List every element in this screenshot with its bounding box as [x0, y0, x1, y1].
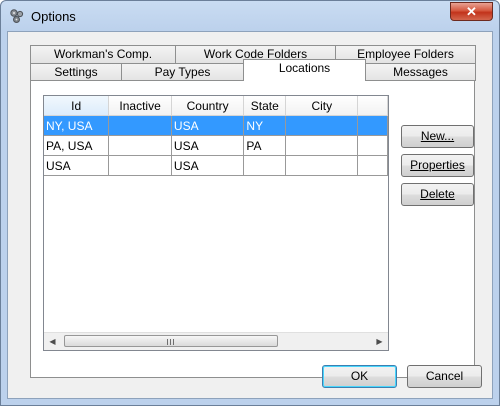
cell-city	[285, 155, 359, 176]
delete-button-label: Delete	[420, 187, 455, 201]
scroll-left-arrow-icon[interactable]: ◀	[44, 333, 61, 350]
locations-grid[interactable]: Id Inactive Country State City NY, USA U…	[43, 95, 389, 351]
cell-id: PA, USA	[44, 135, 110, 156]
column-header-city[interactable]: City	[285, 96, 359, 116]
new-button[interactable]: New...	[401, 125, 474, 148]
properties-button-label: Properties	[410, 158, 465, 172]
options-dialog: Options ✕ Workman's Comp. Work Code Fold…	[0, 0, 500, 406]
table-row[interactable]: PA, USA USA PA	[44, 135, 388, 156]
horizontal-scrollbar[interactable]: ◀ ▶	[44, 332, 388, 350]
cell-inactive	[108, 135, 172, 156]
column-header-extra[interactable]	[357, 96, 388, 116]
ok-button[interactable]: OK	[322, 365, 397, 388]
cancel-button[interactable]: Cancel	[407, 365, 482, 388]
window-title: Options	[31, 9, 76, 24]
cell-inactive	[108, 155, 172, 176]
cell-country: USA	[171, 135, 245, 156]
cell-city	[285, 135, 359, 156]
locations-table: Id Inactive Country State City NY, USA U…	[44, 96, 388, 176]
grid-header-row: Id Inactive Country State City	[44, 96, 388, 116]
cell-extra	[357, 135, 388, 156]
cell-id: NY, USA	[44, 115, 110, 136]
cell-country: USA	[171, 115, 245, 136]
locations-tab-panel: Id Inactive Country State City NY, USA U…	[30, 80, 475, 378]
cell-state	[243, 155, 287, 176]
column-header-id[interactable]: Id	[44, 96, 110, 116]
cell-id: USA	[44, 155, 110, 176]
tab-locations[interactable]: Locations	[243, 59, 366, 81]
table-row[interactable]: USA USA	[44, 155, 388, 176]
tab-workmans-comp[interactable]: Workman's Comp.	[30, 45, 176, 63]
close-button[interactable]: ✕	[450, 2, 493, 21]
cell-city	[285, 115, 359, 136]
new-button-label: New...	[420, 129, 455, 143]
grip-icon	[167, 339, 176, 345]
cell-inactive	[108, 115, 172, 136]
cell-state: PA	[243, 135, 287, 156]
column-header-country[interactable]: Country	[171, 96, 245, 116]
close-icon: ✕	[466, 4, 477, 19]
tab-messages[interactable]: Messages	[365, 63, 476, 81]
scroll-right-arrow-icon[interactable]: ▶	[371, 333, 388, 350]
title-bar[interactable]: Options ✕	[1, 1, 499, 31]
scrollbar-thumb[interactable]	[64, 335, 278, 347]
table-row[interactable]: NY, USA USA NY	[44, 115, 388, 136]
cell-extra	[357, 155, 388, 176]
delete-button[interactable]: Delete	[401, 183, 474, 206]
column-header-inactive[interactable]: Inactive	[108, 96, 172, 116]
cell-country: USA	[171, 155, 245, 176]
tab-settings[interactable]: Settings	[30, 63, 122, 81]
column-header-state[interactable]: State	[243, 96, 287, 116]
options-gears-icon	[10, 9, 24, 23]
dialog-client-area: Workman's Comp. Work Code Folders Employ…	[7, 31, 493, 399]
tab-pay-types[interactable]: Pay Types	[121, 63, 244, 81]
cell-state: NY	[243, 115, 287, 136]
cell-extra	[357, 115, 388, 136]
properties-button[interactable]: Properties	[401, 154, 474, 177]
